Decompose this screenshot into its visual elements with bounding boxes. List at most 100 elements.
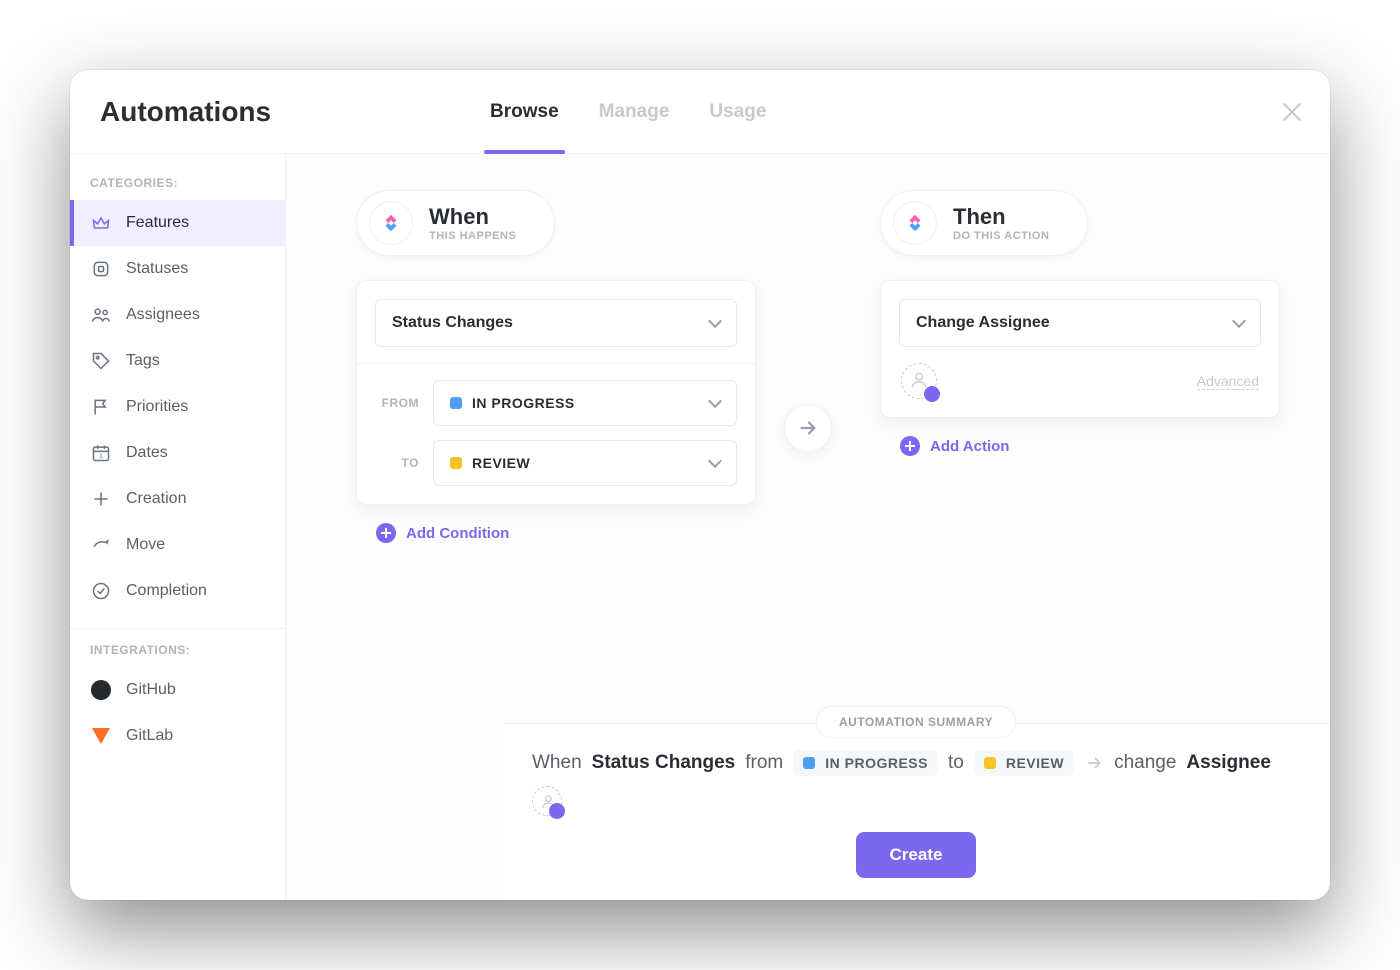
summary-to: to (948, 752, 964, 774)
tab-manage[interactable]: Manage (599, 70, 670, 153)
summary-assignee: Assignee (1186, 752, 1270, 774)
sidebar-item-label: GitLab (126, 727, 173, 745)
arrow-right-icon (1084, 753, 1104, 773)
add-condition-label: Add Condition (406, 525, 509, 542)
tabs: Browse Manage Usage (490, 70, 766, 153)
tag-icon (90, 350, 112, 372)
from-status-dropdown[interactable]: IN PROGRESS (433, 380, 737, 426)
modal-header: Automations Browse Manage Usage (70, 70, 1330, 154)
plus-icon (90, 488, 112, 510)
when-title: When (429, 204, 516, 230)
plus-circle-icon (900, 436, 920, 456)
then-subtitle: DO THIS ACTION (953, 230, 1049, 242)
chevron-down-icon (708, 454, 722, 468)
from-status-value: IN PROGRESS (472, 395, 575, 411)
tab-browse[interactable]: Browse (490, 70, 559, 153)
automation-canvas: When THIS HAPPENS Status Changes FROM (286, 154, 1330, 900)
sidebar-item-label: Completion (126, 582, 207, 600)
advanced-link[interactable]: Advanced (1197, 373, 1259, 390)
summary-when: When (532, 752, 582, 774)
chevron-down-icon (708, 394, 722, 408)
sidebar-item-statuses[interactable]: Statuses (70, 246, 285, 292)
arrow-icon (90, 534, 112, 556)
summary-assignee-icon[interactable] (532, 786, 562, 816)
crown-icon (90, 212, 112, 234)
then-header: Then DO THIS ACTION (880, 190, 1088, 256)
plus-circle-icon (376, 523, 396, 543)
github-icon (90, 679, 112, 701)
sidebar-item-gitlab[interactable]: GitLab (70, 713, 285, 759)
summary-to-chip: REVIEW (974, 750, 1074, 776)
when-header: When THIS HAPPENS (356, 190, 555, 256)
to-label: TO (375, 456, 419, 470)
trigger-value: Status Changes (392, 314, 513, 332)
summary-pill: AUTOMATION SUMMARY (816, 706, 1016, 738)
check-circle-icon (90, 580, 112, 602)
summary-from-status: IN PROGRESS (825, 755, 928, 771)
from-label: FROM (375, 396, 419, 410)
svg-text:1: 1 (99, 453, 103, 460)
sidebar-item-label: Statuses (126, 260, 188, 278)
action-dropdown[interactable]: Change Assignee (899, 299, 1261, 347)
add-action-button[interactable]: Add Action (880, 436, 1280, 456)
square-icon (90, 258, 112, 280)
summary-line: When Status Changes from IN PROGRESS to … (532, 750, 1300, 816)
tab-usage[interactable]: Usage (709, 70, 766, 153)
sidebar-item-priorities[interactable]: Priorities (70, 384, 285, 430)
sidebar-item-dates[interactable]: 1 Dates (70, 430, 285, 476)
sidebar-item-github[interactable]: GitHub (70, 667, 285, 713)
trigger-dropdown[interactable]: Status Changes (375, 299, 737, 347)
summary-to-status: REVIEW (1006, 755, 1064, 771)
sidebar-item-assignees[interactable]: Assignees (70, 292, 285, 338)
sidebar-item-move[interactable]: Move (70, 522, 285, 568)
automations-modal: Automations Browse Manage Usage CATEGORI… (70, 70, 1330, 900)
clickup-logo-icon (369, 201, 413, 245)
modal-body: CATEGORIES: Features Statuses (70, 154, 1330, 900)
sidebar-divider (70, 628, 285, 629)
sidebar-item-completion[interactable]: Completion (70, 568, 285, 614)
calendar-icon: 1 (90, 442, 112, 464)
people-icon (90, 304, 112, 326)
when-card: Status Changes FROM IN PROGRESS (356, 280, 756, 505)
sidebar-item-features[interactable]: Features (70, 200, 285, 246)
modal-title: Automations (100, 96, 490, 128)
sidebar-integrations-label: INTEGRATIONS: (70, 643, 285, 667)
then-column: Then DO THIS ACTION Change Assignee (880, 190, 1280, 456)
add-action-label: Add Action (930, 438, 1009, 455)
when-column: When THIS HAPPENS Status Changes FROM (356, 190, 756, 543)
sidebar-item-label: GitHub (126, 681, 176, 699)
create-button[interactable]: Create (856, 832, 977, 878)
chevron-down-icon (1232, 314, 1246, 328)
when-subtitle: THIS HAPPENS (429, 230, 516, 242)
flow-arrow-icon (784, 404, 832, 452)
then-card: Change Assignee Advanced (880, 280, 1280, 418)
to-status-dropdown[interactable]: REVIEW (433, 440, 737, 486)
summary-bar: AUTOMATION SUMMARY When Status Changes f… (502, 723, 1330, 900)
sidebar: CATEGORIES: Features Statuses (70, 154, 286, 900)
sidebar-item-label: Features (126, 214, 189, 232)
summary-from: from (745, 752, 783, 774)
close-icon[interactable] (1280, 100, 1304, 124)
flag-icon (90, 396, 112, 418)
sidebar-item-label: Dates (126, 444, 168, 462)
add-condition-button[interactable]: Add Condition (356, 523, 756, 543)
sidebar-item-creation[interactable]: Creation (70, 476, 285, 522)
status-color-dot (803, 757, 815, 769)
action-value: Change Assignee (916, 314, 1050, 332)
sidebar-categories-label: CATEGORIES: (70, 176, 285, 200)
then-title: Then (953, 204, 1049, 230)
gitlab-icon (90, 725, 112, 747)
sidebar-item-label: Creation (126, 490, 186, 508)
sidebar-item-label: Move (126, 536, 165, 554)
add-assignee-button[interactable] (901, 363, 937, 399)
sidebar-item-label: Priorities (126, 398, 188, 416)
status-color-dot (450, 457, 462, 469)
summary-from-chip: IN PROGRESS (793, 750, 938, 776)
chevron-down-icon (708, 314, 722, 328)
clickup-logo-icon (893, 201, 937, 245)
sidebar-item-label: Tags (126, 352, 160, 370)
summary-trigger: Status Changes (592, 752, 736, 774)
status-color-dot (450, 397, 462, 409)
summary-change: change (1114, 752, 1176, 774)
sidebar-item-tags[interactable]: Tags (70, 338, 285, 384)
